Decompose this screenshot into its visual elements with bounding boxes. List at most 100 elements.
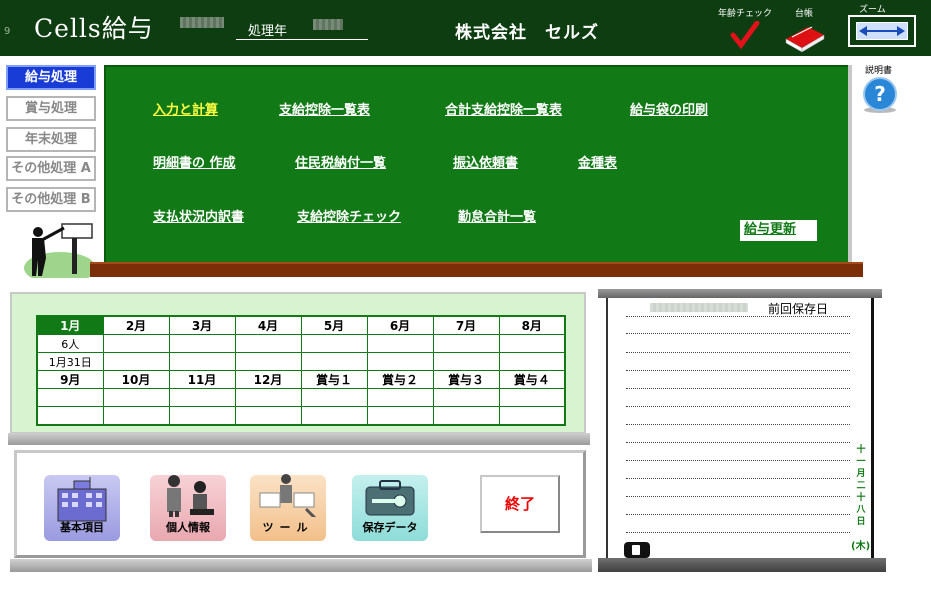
headcount-cell	[432, 334, 500, 353]
chalk-tray	[90, 262, 863, 277]
payday-cell	[366, 352, 434, 371]
eraser-icon[interactable]	[624, 542, 650, 558]
nav-year-end-processing[interactable]: 年末処理	[6, 127, 96, 152]
month-cell[interactable]: 2月	[102, 315, 170, 335]
tools-button[interactable]: ツール	[250, 474, 326, 541]
zoom-button[interactable]	[848, 15, 916, 47]
salary-update-button[interactable]: 給与更新	[740, 220, 817, 241]
payday-cell	[234, 352, 302, 371]
company-name: 株式会社 セルズ	[455, 23, 599, 43]
month-cell[interactable]: 8月	[498, 315, 566, 335]
people-icon	[167, 475, 214, 517]
empty-cell	[498, 406, 566, 425]
memo-board[interactable]	[606, 298, 874, 560]
basic-items-button[interactable]: 基本項目	[44, 475, 120, 541]
date-char: 月	[856, 469, 866, 479]
memo-line	[626, 460, 850, 461]
ledger-button[interactable]: 台帳	[784, 6, 825, 56]
last-saved-label: 前回保存日	[768, 302, 829, 316]
nav-other-processing-b[interactable]: その他処理 B	[6, 187, 96, 212]
empty-cell	[432, 406, 500, 425]
link-resident-tax-payment-list[interactable]: 住民税納付一覧	[295, 152, 386, 171]
month-cell[interactable]: 3月	[168, 315, 236, 335]
month-cell[interactable]: 11月	[168, 370, 236, 389]
app-title: Cells給与	[34, 14, 154, 43]
personal-info-button[interactable]: 個人情報	[150, 475, 226, 541]
payday-cell	[168, 352, 236, 371]
headcount-cell	[168, 334, 236, 353]
building-icon	[57, 477, 107, 522]
memo-line	[626, 496, 850, 497]
board-frame	[848, 65, 852, 263]
nav-other-processing-a[interactable]: その他処理 A	[6, 156, 96, 181]
payday-cell	[300, 352, 368, 371]
link-attendance-total-list[interactable]: 勤怠合計一覧	[458, 206, 536, 225]
link-payment-status-breakdown[interactable]: 支払状況内訳書	[153, 206, 244, 225]
month-cell-selected[interactable]: 1月	[36, 315, 104, 335]
link-print-pay-envelope[interactable]: 給与袋の印刷	[630, 99, 708, 118]
bonus-cell[interactable]: 賞与３	[432, 370, 500, 389]
table-row	[36, 406, 566, 425]
memo-board-base	[598, 558, 886, 572]
basic-items-label: 基本項目	[60, 521, 104, 534]
payday-cell	[432, 352, 500, 371]
payday-cell: 1月31日	[36, 352, 104, 371]
month-table: 1月 2月 3月 4月 5月 6月 7月 8月 6人 1月31日 9月 10月 …	[36, 315, 566, 426]
link-create-pay-slip[interactable]: 明細書の 作成	[153, 152, 236, 171]
empty-cell	[234, 388, 302, 407]
month-cell[interactable]: 7月	[432, 315, 500, 335]
age-check-label: 年齢チェック	[717, 9, 772, 19]
nav-bonus-processing[interactable]: 賞与処理	[6, 96, 96, 121]
month-cell[interactable]: 5月	[300, 315, 368, 335]
save-data-button[interactable]: 保存データ	[352, 475, 428, 541]
month-cell[interactable]: 12月	[234, 370, 302, 389]
bonus-cell[interactable]: 賞与２	[366, 370, 434, 389]
save-data-label: 保存データ	[362, 521, 418, 534]
checkmark-icon	[730, 20, 760, 50]
redacted-year	[313, 19, 343, 30]
link-payment-deduction-list[interactable]: 支給控除一覧表	[279, 99, 370, 118]
memo-line	[626, 478, 850, 479]
briefcase-key-icon	[365, 480, 415, 516]
help-question-icon[interactable]: ?	[862, 76, 898, 114]
empty-cell	[498, 388, 566, 407]
bonus-cell[interactable]: 賞与４	[498, 370, 566, 389]
memo-board-top	[598, 289, 882, 298]
month-cell[interactable]: 4月	[234, 315, 302, 335]
date-char: 十	[856, 445, 866, 455]
empty-cell	[432, 388, 500, 407]
memo-line	[626, 532, 850, 533]
link-transfer-request[interactable]: 振込依頼書	[453, 152, 518, 171]
table-row: 6人	[36, 334, 566, 353]
month-cell[interactable]: 9月	[36, 370, 104, 389]
month-panel-base	[8, 433, 590, 445]
memo-line	[626, 352, 850, 353]
toolbox-icon	[259, 474, 317, 517]
bonus-cell[interactable]: 賞与１	[300, 370, 368, 389]
empty-cell	[300, 388, 368, 407]
empty-cell	[366, 388, 434, 407]
corner-digit: 9	[4, 26, 11, 37]
exit-button[interactable]: 終了	[480, 475, 560, 533]
nav-salary-processing[interactable]: 給与処理	[6, 65, 96, 90]
memo-line	[626, 406, 850, 407]
memo-line	[626, 316, 850, 317]
date-char: 八	[856, 505, 866, 515]
link-denomination-table[interactable]: 金種表	[578, 152, 617, 171]
svg-text:?: ?	[874, 82, 886, 106]
memo-line	[626, 514, 850, 515]
link-total-payment-deduction-list[interactable]: 合計支給控除一覧表	[445, 99, 562, 118]
payday-cell	[102, 352, 170, 371]
age-check-button[interactable]: 年齢チェック	[716, 6, 774, 52]
headcount-cell	[498, 334, 566, 353]
link-input-and-calculate[interactable]: 入力と計算	[153, 99, 218, 118]
month-cell[interactable]: 6月	[366, 315, 434, 335]
link-payment-deduction-check[interactable]: 支給控除チェック	[297, 206, 401, 225]
book-icon	[785, 26, 825, 53]
headcount-cell	[234, 334, 302, 353]
processing-year-field[interactable]: 処理年	[236, 20, 368, 40]
empty-cell	[102, 388, 170, 407]
memo-line	[626, 424, 850, 425]
month-cell[interactable]: 10月	[102, 370, 170, 389]
empty-cell	[168, 406, 236, 425]
